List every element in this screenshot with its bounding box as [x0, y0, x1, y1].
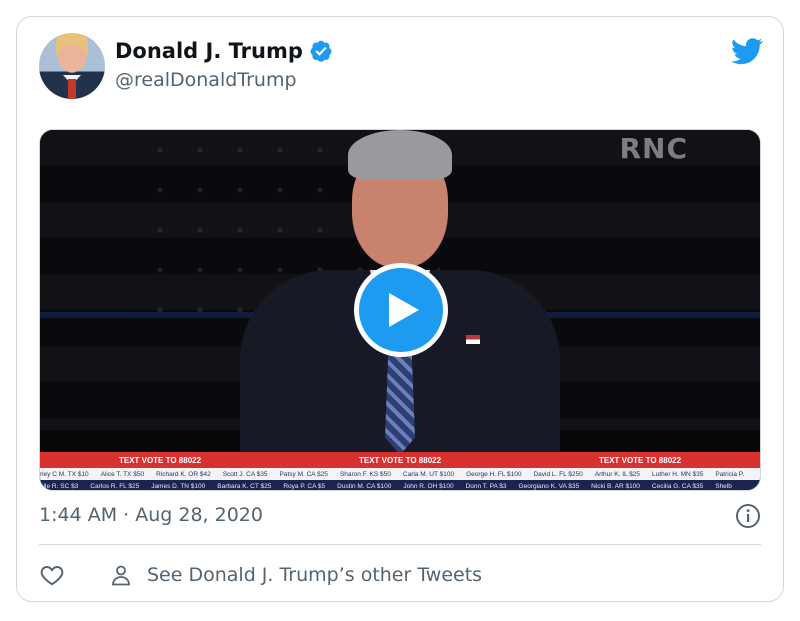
divider [39, 544, 761, 545]
ticker-entry: rley C M. TX $10 [40, 470, 89, 478]
ticker-entry: George H. FL $100 [466, 470, 522, 478]
ticker-entry: Shelb [715, 482, 732, 490]
see-other-tweets-link[interactable]: See Donald J. Trump’s other Tweets [147, 564, 482, 586]
rnc-watermark: RNC [619, 132, 688, 165]
ticker-banner-text: TEXT VOTE TO 88022 [118, 455, 202, 465]
ticker-entry: John R. OH $100 [403, 482, 454, 490]
ticker-banner-text: TEXT VOTE TO 88022 [358, 455, 442, 465]
twitter-bird-icon[interactable] [731, 35, 763, 67]
ticker-entry: Luther H. MN $35 [652, 470, 704, 478]
heart-icon[interactable] [39, 562, 65, 588]
ticker-banner: TEXT VOTE TO 88022 TEXT VOTE TO 88022 TE… [40, 452, 760, 468]
tweet-timestamp[interactable]: 1:44 AM · Aug 28, 2020 [39, 504, 263, 526]
ticker-entry: Richard K. OR $42 [156, 470, 211, 478]
ticker-entry: Georgiano K. VA $35 [518, 482, 580, 490]
ticker-entry: Roya P. CA $5 [283, 482, 326, 490]
video-player[interactable]: RNC TEXT VOTE TO 88022 TEXT VOTE TO 8802… [39, 129, 761, 491]
author-handle[interactable]: @realDonaldTrump [115, 69, 297, 91]
speaker-hair [348, 130, 452, 180]
ticker-entry: Patricia P. [715, 470, 745, 478]
tweet-actions: See Donald J. Trump’s other Tweets [39, 557, 482, 593]
author-name-row[interactable]: Donald J. Trump [115, 39, 333, 63]
ticker-entry: Arthur K. IL $25 [594, 470, 641, 478]
ticker-entry: Barbara K. CT $25 [217, 482, 272, 490]
verified-badge-icon [310, 40, 332, 62]
person-icon[interactable] [109, 563, 133, 587]
tweet-card: Donald J. Trump @realDonaldTrump RNC TEX… [16, 16, 784, 602]
ticker-entry: Dustin M. CA $100 [337, 482, 392, 490]
display-name[interactable]: Donald J. Trump [115, 39, 303, 63]
avatar-tie [68, 79, 76, 99]
ticker-entry: Nicki B. AR $100 [591, 482, 640, 490]
ticker-entry: Patsy M. CA $25 [279, 470, 328, 478]
avatar[interactable] [39, 33, 105, 99]
play-button[interactable] [354, 263, 448, 357]
ticker-row: rley C M. TX $10 Alice T. TX $50 Richard… [40, 468, 760, 480]
ticker-entry: Sharon F. KS $50 [339, 470, 391, 478]
ticker-entry: elle R. SC $3 [40, 482, 79, 490]
ticker-entry: Scott J. CA $35 [222, 470, 268, 478]
ticker-banner-text: TEXT VOTE TO 88022 [598, 455, 682, 465]
ticker-entry: David L. FL $250 [533, 470, 583, 478]
info-icon[interactable] [735, 503, 761, 529]
ticker-entry: Alice T. TX $50 [100, 470, 145, 478]
donor-ticker: TEXT VOTE TO 88022 TEXT VOTE TO 88022 TE… [40, 452, 760, 490]
ticker-entry: Cecilia G. CA $35 [651, 482, 704, 490]
flag-pin [466, 335, 480, 344]
play-icon [389, 293, 419, 327]
ticker-entry: Carla M. UT $100 [402, 470, 455, 478]
ticker-row: elle R. SC $3 Carlos R. FL $25 James D. … [40, 480, 760, 490]
ticker-entry: Donn T. PA $3 [465, 482, 507, 490]
ticker-entry: James D. TN $100 [151, 482, 206, 490]
ticker-entry: Carlos R. FL $25 [90, 482, 140, 490]
